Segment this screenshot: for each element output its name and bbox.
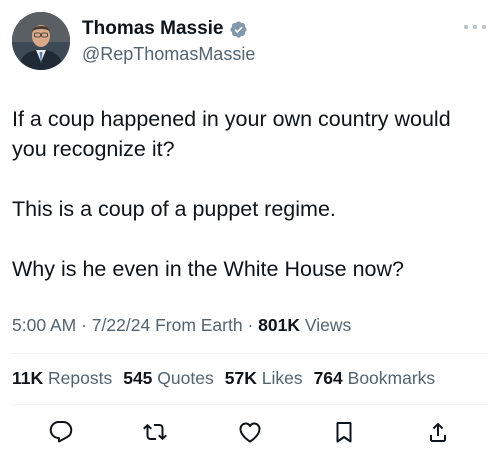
tweet-text: If a coup happened in your own country w… <box>12 104 488 284</box>
views-label: Views <box>304 315 352 335</box>
like-icon[interactable] <box>238 420 262 444</box>
author-names: Thomas Massie @RepThomasMassie <box>82 17 255 65</box>
reply-icon[interactable] <box>49 420 73 444</box>
share-icon[interactable] <box>426 420 450 444</box>
tweet-line: Why is he even in the White House now? <box>12 257 404 281</box>
reposts-stat[interactable]: 11K Reposts <box>12 368 112 389</box>
likes-stat[interactable]: 57K Likes <box>225 368 303 389</box>
more-options-icon[interactable] <box>464 22 486 32</box>
avatar[interactable] <box>12 12 70 70</box>
more-dot <box>482 25 486 29</box>
tweet-line: If a coup happened in your own country w… <box>12 107 451 161</box>
more-dot <box>464 25 468 29</box>
quotes-count: 545 <box>123 368 153 388</box>
engagement-stats: 11K Reposts 545 Quotes 57K Likes 764 Boo… <box>12 368 446 389</box>
bookmarks-label: Bookmarks <box>347 368 436 388</box>
more-dot <box>473 25 477 29</box>
tweet-meta: 5:00 AM · 7/22/24 From Earth · 801K View… <box>12 315 351 336</box>
repost-icon[interactable] <box>143 420 167 444</box>
likes-label: Likes <box>261 368 303 388</box>
tweet-line: This is a coup of a puppet regime. <box>12 197 336 221</box>
action-bar <box>0 416 500 448</box>
bookmark-icon[interactable] <box>332 420 356 444</box>
divider <box>12 353 488 354</box>
meta-separator: · <box>81 315 87 335</box>
tweet-date[interactable]: 7/22/24 <box>92 315 150 335</box>
quotes-stat[interactable]: 545 Quotes <box>123 368 214 389</box>
display-name-row: Thomas Massie <box>82 17 255 41</box>
quotes-label: Quotes <box>157 368 214 388</box>
verified-badge-icon[interactable] <box>229 20 248 39</box>
tweet-source: From Earth <box>155 315 243 335</box>
divider <box>12 404 488 405</box>
meta-separator: · <box>247 315 254 335</box>
tweet-header: Thomas Massie @RepThomasMassie <box>12 12 255 70</box>
bookmarks-stat[interactable]: 764 Bookmarks <box>314 368 436 389</box>
views-count: 801K <box>258 315 301 335</box>
bookmarks-count: 764 <box>313 368 343 388</box>
author-handle[interactable]: @RepThomasMassie <box>82 44 255 65</box>
reposts-count: 11K <box>12 368 44 388</box>
tweet-card: Thomas Massie @RepThomasMassie If a coup… <box>0 0 500 459</box>
tweet-time[interactable]: 5:00 AM <box>12 315 76 335</box>
likes-count: 57K <box>224 368 257 388</box>
reposts-label: Reposts <box>48 368 113 388</box>
display-name[interactable]: Thomas Massie <box>82 18 224 40</box>
